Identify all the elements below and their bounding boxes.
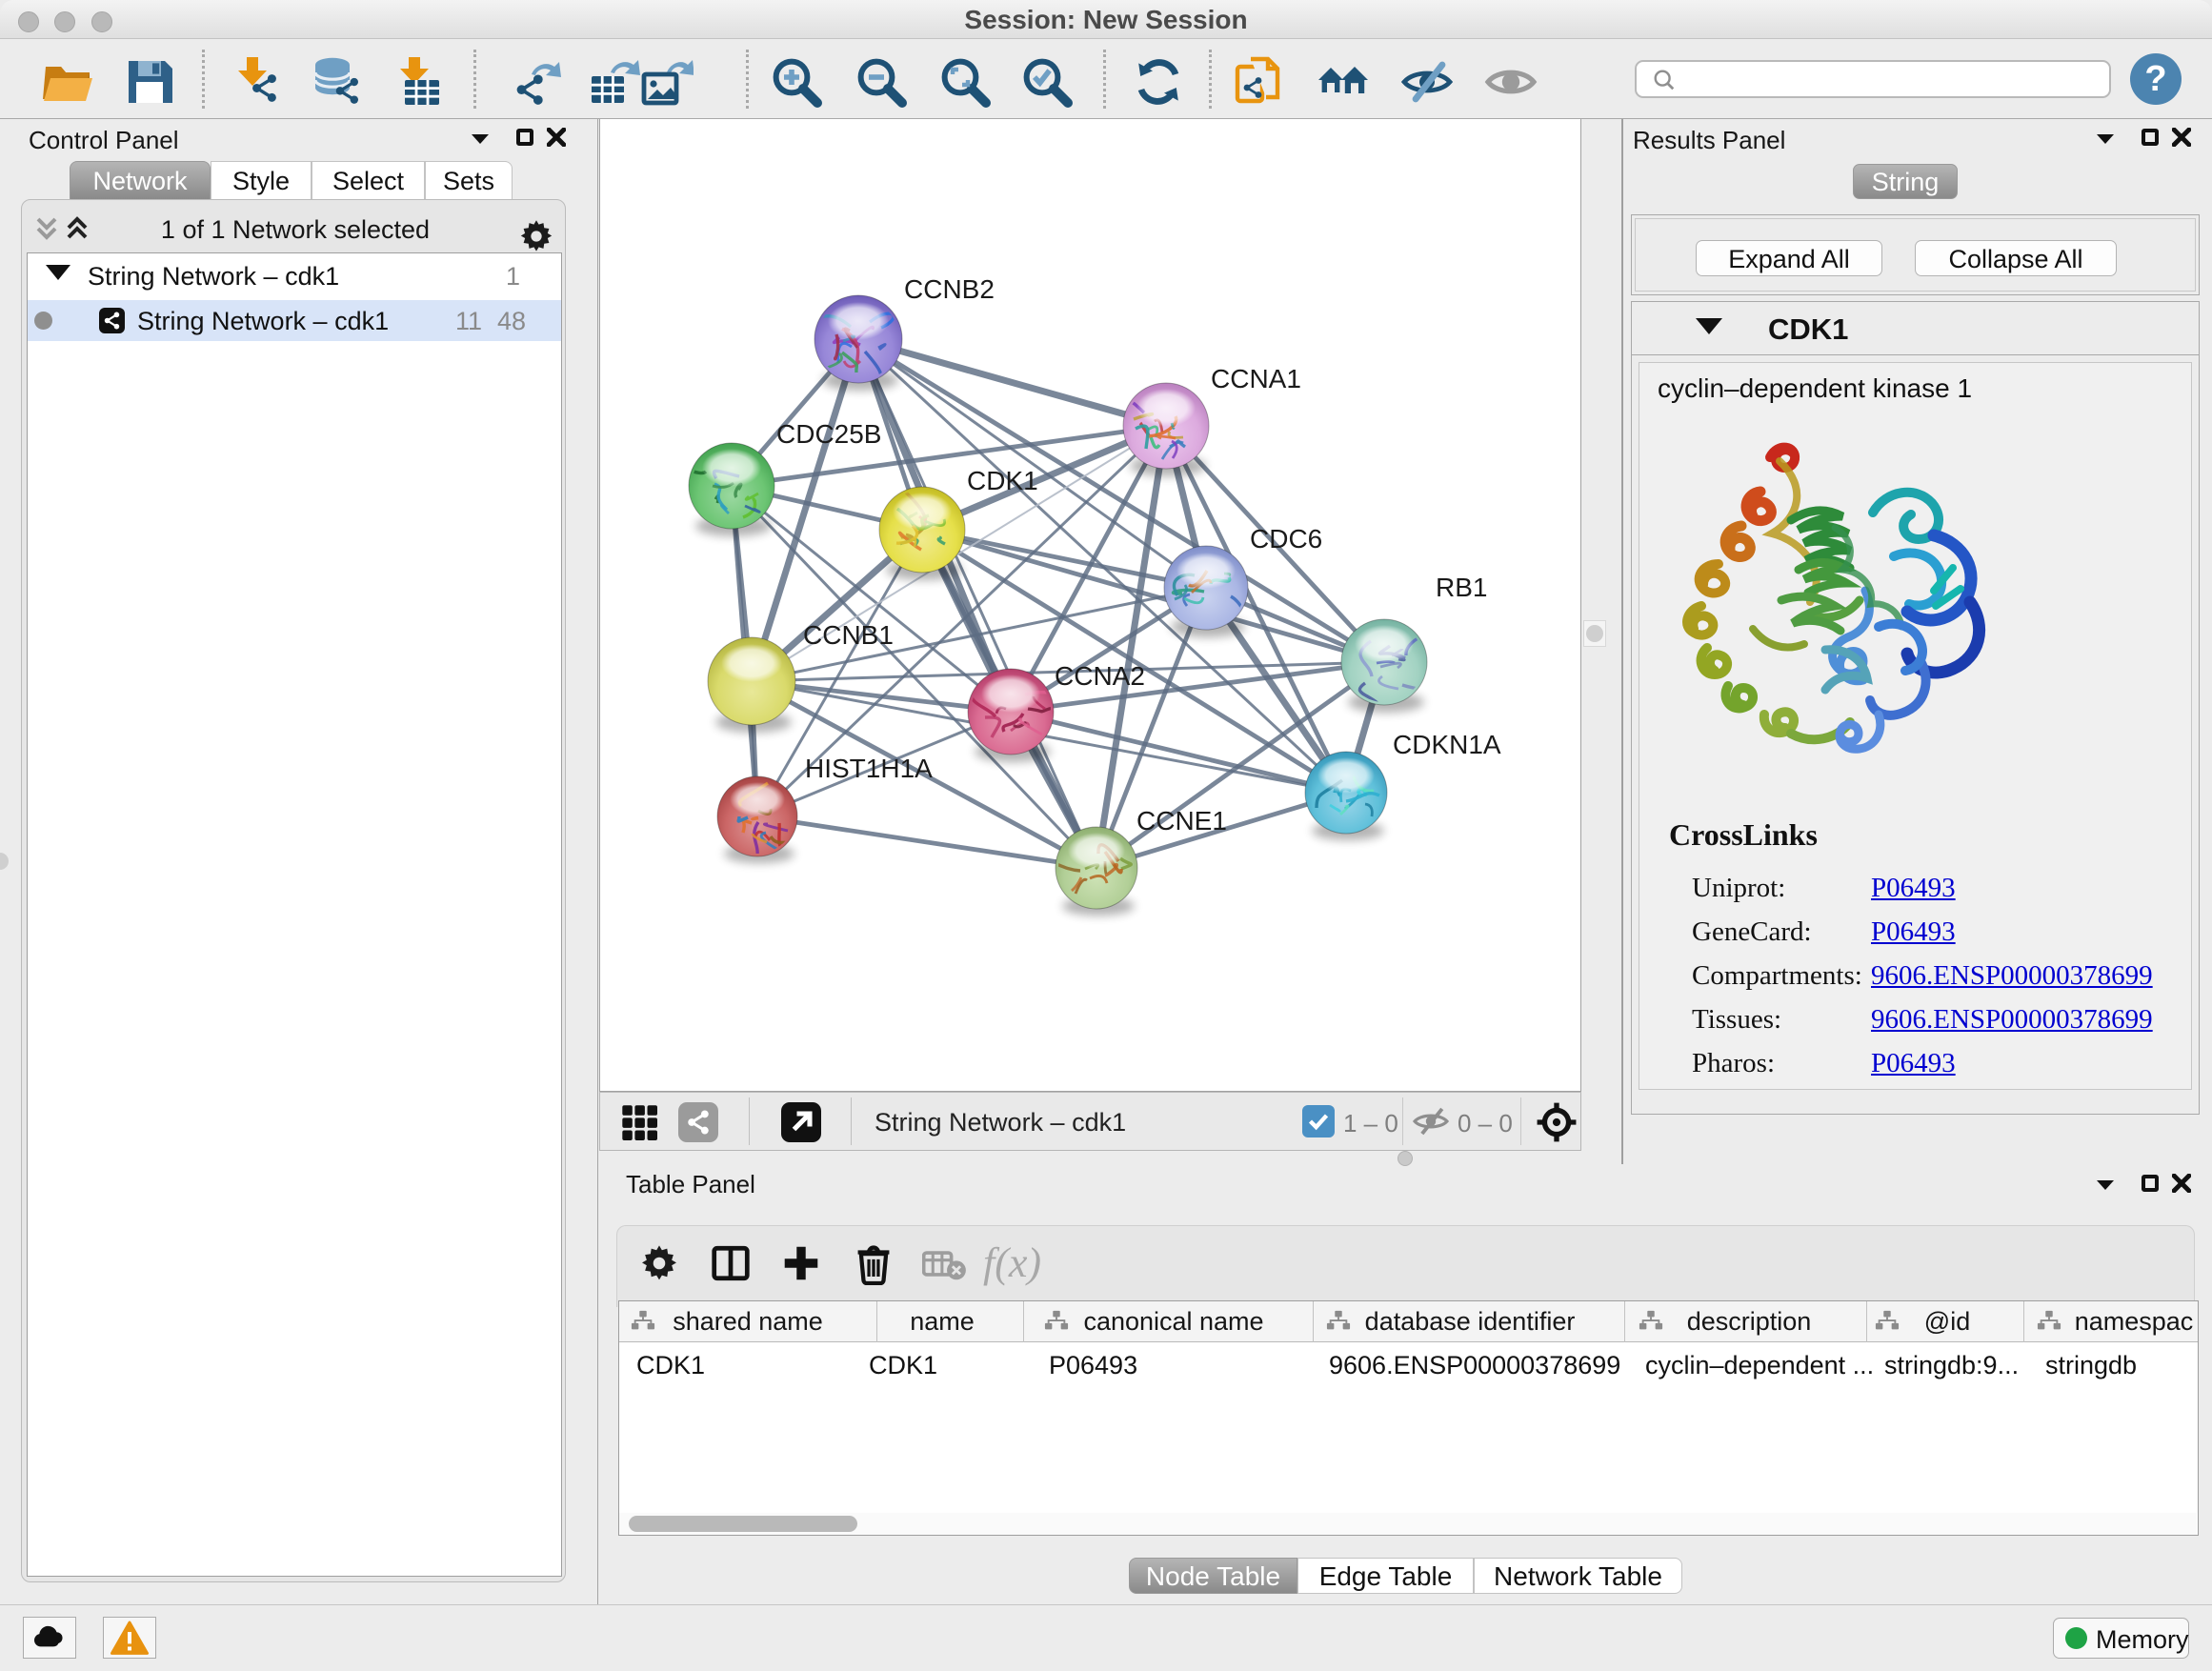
svg-text:CDK1: CDK1 bbox=[967, 466, 1038, 495]
svg-text:CDC25B: CDC25B bbox=[776, 419, 881, 449]
svg-text:CDKN1A: CDKN1A bbox=[1393, 730, 1501, 759]
svg-text:CDC6: CDC6 bbox=[1250, 524, 1322, 554]
svg-text:CCNA2: CCNA2 bbox=[1055, 661, 1145, 691]
svg-text:CCNB2: CCNB2 bbox=[904, 274, 995, 304]
svg-text:CCNE1: CCNE1 bbox=[1136, 806, 1227, 836]
svg-text:CCNB1: CCNB1 bbox=[803, 620, 894, 650]
svg-text:RB1: RB1 bbox=[1436, 573, 1487, 602]
svg-text:CCNA1: CCNA1 bbox=[1211, 364, 1301, 393]
svg-text:HIST1H1A: HIST1H1A bbox=[805, 754, 933, 783]
